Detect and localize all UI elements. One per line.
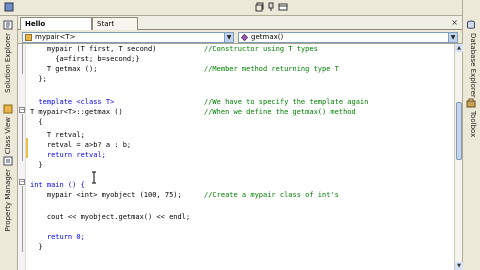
code-text: { [30,118,43,126]
code-text: int main () { [30,181,85,189]
code-text: T retval; [30,131,85,139]
member-dropdown[interactable]: getmax() ▼ [238,32,458,43]
code-text: } [30,161,43,169]
code-line: return 0; [30,232,85,242]
window-list-icon[interactable] [278,2,288,12]
code-line: } [30,242,43,252]
vertical-scrollbar[interactable]: ▲ ▼ [454,44,463,270]
class-view-icon[interactable] [3,104,13,114]
code-text: retval = a>b? a : b; [30,141,132,149]
code-comment: //Member method returning type T [204,65,339,73]
code-line: }; [30,74,47,84]
code-text: return 0; [30,233,85,241]
property-manager-icon[interactable] [3,156,13,166]
code-editor[interactable]: − − mypair (T first, T second) //Construc… [18,44,454,270]
code-text: cout << myobject.getmax() << endl; [30,213,191,221]
fold-toggle[interactable]: − [19,107,25,113]
chevron-down-icon[interactable]: ▼ [224,33,233,42]
code-line: { [30,117,43,127]
restore-window-icon[interactable] [255,2,265,12]
member-dropdown-value: getmax() [251,33,284,41]
change-marker [26,138,28,158]
code-line: } [30,160,43,170]
tab-class-view[interactable]: Class View [2,117,15,154]
fold-guide [22,114,23,161]
right-tool-panel: Database Explorer Toolbox [462,0,480,270]
code-line: T retval; [30,130,85,140]
code-comment: //When we define the getmax() method [204,108,356,116]
code-line: T getmax (); //Member method returning ty… [30,64,339,74]
tab-hello-world[interactable]: Hello World.cpp [20,17,92,40]
solution-explorer-icon[interactable] [3,20,13,30]
code-line: int main () { [30,180,85,190]
code-line: T mypair<T>::getmax () //When we define t… [30,107,356,117]
class-icon [25,34,32,41]
scroll-up-arrow[interactable]: ▲ [455,44,463,52]
database-explorer-icon[interactable] [466,20,476,30]
code-text: T mypair<T>::getmax () [30,108,123,116]
code-text: mypair <int> myobject (100, 75); [30,191,182,199]
toolbox-icon[interactable] [466,98,476,108]
code-line: return retval; [30,150,106,160]
code-text: }; [30,75,47,83]
code-line: mypair (T first, T second) //Constructor … [30,44,318,54]
tab-property-manager[interactable]: Property Manager [2,169,15,232]
tab-solution-explorer[interactable]: Solution Explorer [2,33,15,93]
editor-gutter: − − [18,44,26,270]
code-comment: //Constructor using T types [204,45,318,53]
class-dropdown-value: mypair<T> [35,33,76,41]
navigation-bar: mypair<T> ▼ getmax() ▼ [18,30,462,44]
code-line: {a=first; b=second;} [30,54,140,64]
code-text: T getmax (); [30,65,98,73]
chevron-down-icon[interactable]: ▼ [448,33,457,42]
tab-toolbox[interactable]: Toolbox [466,111,479,137]
code-comment: //We have to specify the template again [204,98,369,106]
fold-guide [22,44,23,74]
code-text: {a=first; b=second;} [30,55,140,63]
code-line: cout << myobject.getmax() << endl; [30,212,190,222]
tab-start-page[interactable]: Start Page [92,17,138,40]
code-text: mypair (T first, T second) [30,45,157,53]
scrollbar-thumb[interactable] [456,102,462,160]
code-text: } [30,243,43,251]
solution-icon[interactable] [4,2,14,12]
code-line: mypair <int> myobject (100, 75); //Create… [30,190,339,200]
code-line: retval = a>b? a : b; [30,140,131,150]
scroll-down-arrow[interactable]: ▼ [455,262,463,270]
toolbar [0,0,480,16]
code-text: return retval; [30,151,106,159]
text-cursor-icon [92,171,96,184]
close-icon[interactable]: × [451,17,458,29]
method-icon [241,34,248,41]
tab-database-explorer[interactable]: Database Explorer [466,33,479,98]
fold-guide [22,186,23,252]
fold-toggle[interactable]: − [19,179,25,185]
left-tool-panel: Solution Explorer Class View Property Ma… [0,16,18,270]
code-line: template <class T> //We have to specify t… [30,97,368,107]
document-tab-bar: Hello World.cpp Start Page × [18,16,462,40]
class-dropdown[interactable]: mypair<T> ▼ [22,32,234,43]
code-comment: //Create a mypair class of int's [204,191,339,199]
code-lines[interactable]: mypair (T first, T second) //Constructor … [30,44,450,270]
pin-icon[interactable] [266,2,276,12]
code-text: template <class T> [30,98,115,106]
